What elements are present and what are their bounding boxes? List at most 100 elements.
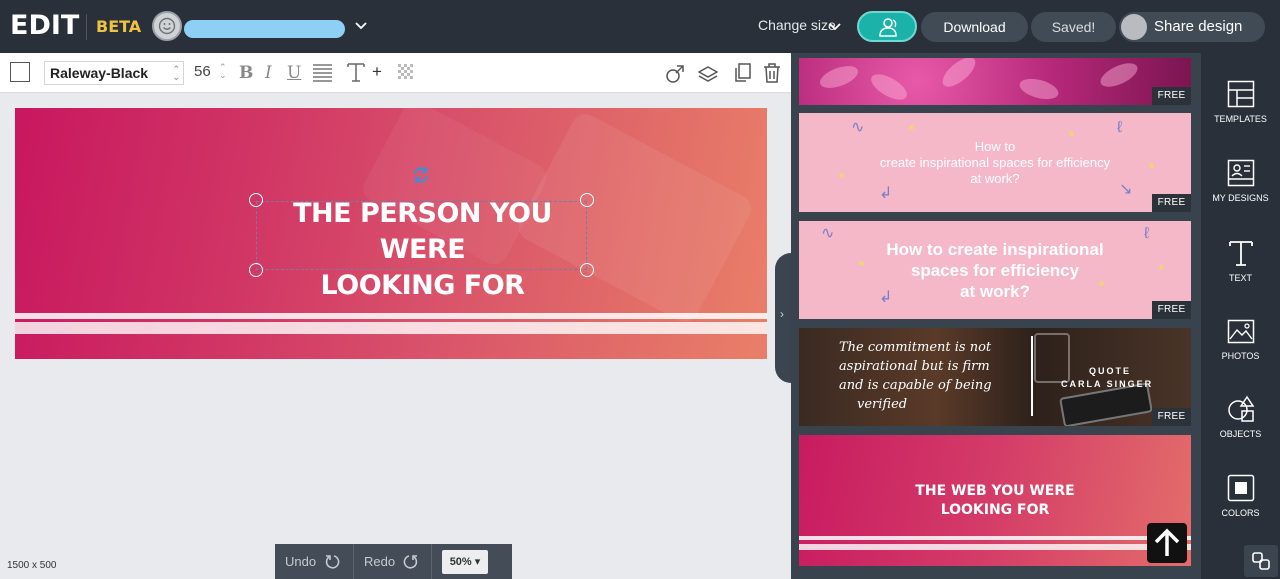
objects-icon (1227, 395, 1254, 422)
change-size-button[interactable]: Change size (758, 17, 836, 33)
petal-decoration (1097, 58, 1141, 92)
collapse-panel-tab[interactable]: › (775, 253, 791, 383)
free-badge: FREE (1152, 194, 1191, 212)
colors-icon (1227, 474, 1254, 502)
align-justify-icon[interactable] (312, 62, 333, 82)
template-thumbnail[interactable]: ∿ ℓ ↲ ↘ How to create inspirational spac… (799, 113, 1191, 212)
saved-status-button[interactable]: Saved! (1031, 12, 1116, 42)
glass-decoration (1034, 333, 1070, 383)
change-size-chevron-icon[interactable] (828, 20, 842, 39)
stripe-decoration (799, 536, 1191, 540)
right-sidebar: TEMPLATES MY DESIGNS TEXT PHOTOS OBJECTS… (1201, 53, 1280, 579)
font-size-input[interactable]: 56 (194, 63, 211, 80)
font-size-spinner-icon[interactable]: ⌃ ⌄ (219, 63, 227, 80)
text-icon (1228, 241, 1253, 266)
petal-decoration (867, 69, 911, 105)
integration-button[interactable] (1244, 545, 1278, 577)
sidebar-item-text[interactable]: TEXT (1201, 239, 1280, 283)
sidebar-item-objects[interactable]: OBJECTS (1201, 395, 1280, 439)
canvas-dimensions: 1500 x 500 (7, 560, 57, 571)
effects-icon[interactable] (665, 64, 685, 84)
quote-text: The commitment is not aspirational but i… (839, 338, 1009, 414)
template-text-line: How to create inspirational (886, 240, 1104, 259)
redo-button[interactable]: Redo (364, 544, 395, 579)
free-badge: FREE (1152, 301, 1191, 319)
squiggle-decoration: ∿ (851, 119, 865, 136)
undo-button[interactable]: Undo (285, 544, 316, 579)
user-name-redacted[interactable] (184, 20, 345, 38)
download-button[interactable]: Download (921, 12, 1028, 42)
sidebar-item-my-designs[interactable]: MY DESIGNS (1201, 159, 1280, 203)
arrow-up-icon (1154, 528, 1180, 556)
undo-label: Undo (285, 554, 317, 569)
template-thumbnail[interactable]: The commitment is not aspirational but i… (799, 328, 1191, 426)
quote-line: aspirational but is firm (839, 359, 990, 374)
template-text-line: LOOKING FOR (940, 502, 1050, 518)
template-text: THE WEB YOU WERE LOOKING FOR (799, 482, 1191, 520)
logo-divider (86, 14, 87, 40)
redo-icon[interactable] (402, 554, 418, 570)
duplicate-icon[interactable] (734, 63, 752, 83)
team-share-button[interactable] (857, 11, 917, 42)
templates-icon (1227, 80, 1254, 108)
canvas-area: THE PERSON YOU WERE LOOKING FOR (0, 93, 791, 579)
quote-line: verified (857, 397, 908, 412)
petal-decoration (937, 58, 981, 92)
font-family-select[interactable]: Raleway-Black ⌃ ⌄ (44, 61, 184, 85)
squiggle-decoration: ℓ (1117, 119, 1123, 136)
resize-handle-top-right[interactable] (580, 193, 594, 207)
dot-decoration (1069, 131, 1074, 136)
italic-button[interactable]: I (265, 63, 272, 83)
sidebar-item-label: MY DESIGNS (1212, 193, 1269, 203)
resize-handle-top-left[interactable] (249, 193, 263, 207)
templates-panel: FREE ∿ ℓ ↲ ↘ How to create inspirational… (791, 53, 1201, 579)
undo-icon[interactable] (325, 554, 341, 570)
link-icon (1252, 552, 1270, 570)
template-text-line: at work? (970, 171, 1020, 186)
zoom-select[interactable]: 50% ▾ (442, 550, 488, 574)
chevron-right-icon: › (780, 307, 784, 321)
sidebar-item-colors[interactable]: COLORS (1201, 474, 1280, 518)
text-style-icon[interactable] (346, 61, 366, 83)
user-menu-chevron-icon[interactable] (354, 18, 368, 37)
template-thumbnail[interactable]: FREE (799, 58, 1191, 105)
sidebar-item-label: COLORS (1221, 508, 1260, 518)
trash-icon[interactable] (763, 63, 781, 83)
template-thumbnail[interactable]: THE WEB YOU WERE LOOKING FOR (799, 435, 1191, 566)
sidebar-item-label: OBJECTS (1219, 429, 1262, 439)
quote-label: QUOTE (1089, 366, 1132, 376)
user-avatar[interactable] (152, 11, 182, 41)
sidebar-item-photos[interactable]: PHOTOS (1201, 319, 1280, 361)
headline-line-2: LOOKING FOR (320, 270, 525, 301)
stripe-decoration (15, 322, 767, 334)
dot-decoration (909, 125, 914, 130)
app-logo[interactable]: EDIT (10, 10, 79, 41)
template-thumbnail[interactable]: ∿ ℓ ↲ How to create inspirational spaces… (799, 221, 1191, 319)
my-designs-icon (1227, 159, 1254, 187)
resize-handle-bottom-left[interactable] (249, 263, 263, 277)
template-text: How to create inspirational spaces for e… (799, 139, 1191, 187)
history-divider (353, 544, 354, 579)
layers-icon[interactable] (698, 65, 718, 85)
quote-author: CARLA SINGER (1061, 379, 1154, 389)
add-text-button[interactable]: + (372, 62, 382, 82)
history-divider (431, 544, 432, 579)
sidebar-item-label: TEMPLATES (1214, 114, 1267, 124)
rotate-icon[interactable] (412, 166, 430, 189)
scroll-to-top-button[interactable] (1147, 523, 1187, 563)
transparency-icon[interactable] (398, 64, 413, 79)
share-avatar (1121, 14, 1147, 40)
smiley-icon (158, 17, 176, 35)
beta-badge: BETA (96, 17, 142, 36)
color-swatch-checkbox[interactable] (10, 62, 30, 82)
template-text-line: THE WEB YOU WERE (915, 483, 1075, 499)
resize-handle-bottom-right[interactable] (580, 263, 594, 277)
font-family-value: Raleway-Black (50, 65, 149, 81)
history-bar: Undo Redo 50% ▾ (275, 544, 512, 579)
bold-button[interactable]: B (239, 63, 253, 83)
petal-decoration (817, 61, 861, 93)
underline-button[interactable]: U (287, 63, 301, 83)
sidebar-item-templates[interactable]: TEMPLATES (1201, 80, 1280, 124)
free-badge: FREE (1152, 87, 1191, 105)
zoom-value: 50% (449, 556, 472, 568)
